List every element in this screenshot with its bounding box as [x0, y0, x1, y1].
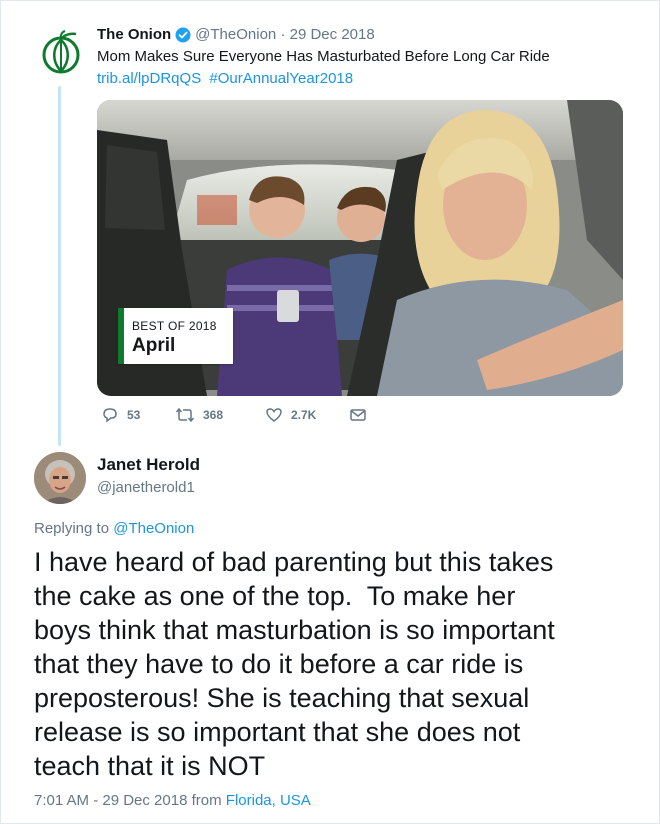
reply-text-line: boys think that masturbation is so impor… [34, 615, 555, 645]
quoted-date[interactable]: 29 Dec 2018 [290, 26, 375, 43]
like-count: 2.7K [291, 408, 317, 422]
verified-badge-icon [175, 27, 191, 43]
retweet-count: 368 [203, 408, 224, 422]
quoted-tweet-links: trib.al/lpDRqQS #OurAnnualYear2018 [97, 70, 357, 87]
reply-author-name[interactable]: Janet Herold [97, 455, 200, 475]
quoted-handle[interactable]: @TheOnion [195, 26, 276, 43]
retweet-action[interactable]: 368 [175, 406, 223, 424]
reply-text-line: teach that it is NOT [34, 751, 266, 781]
badge-month: April [132, 335, 176, 356]
quoted-tweet-text: Mom Makes Sure Everyone Has Masturbated … [97, 48, 550, 65]
reply-text-line: I have heard of bad parenting but this t… [34, 547, 554, 577]
reply-action[interactable]: 53 [101, 406, 140, 424]
article-link[interactable]: trib.al/lpDRqQS [97, 70, 201, 87]
timestamp-text[interactable]: 7:01 AM - 29 Dec 2018 from [34, 792, 222, 809]
reply-icon [103, 408, 117, 423]
dm-action[interactable] [349, 406, 375, 424]
reply-author-handle[interactable]: @janetherold1 [97, 479, 195, 496]
quoted-tweet-header: The Onion @TheOnion · 29 Dec 2018 [97, 26, 375, 43]
dm-icon [350, 409, 366, 421]
thread-connector-line [58, 86, 61, 446]
quoted-tweet-actions: 53 368 2.7K [97, 406, 397, 428]
replying-to-mention[interactable]: @TheOnion [113, 520, 194, 537]
best-of-badge: BEST OF 2018 April [118, 308, 233, 364]
reply-tweet-text: I have heard of bad parenting but this t… [34, 545, 634, 783]
header-separator: · [276, 26, 290, 43]
reply-text-line: the cake as one of the top. To make her [34, 581, 516, 611]
quoted-author-name[interactable]: The Onion [97, 26, 171, 43]
avatar[interactable] [34, 452, 86, 504]
hashtag-link[interactable]: #OurAnnualYear2018 [209, 70, 353, 87]
reply-text-line: preposterous! She is teaching that sexua… [34, 683, 530, 713]
replying-to-label: Replying to [34, 520, 110, 537]
reply-timestamp: 7:01 AM - 29 Dec 2018 from Florida, USA [34, 792, 311, 809]
location-link[interactable]: Florida, USA [226, 792, 311, 809]
badge-label: BEST OF 2018 [132, 319, 217, 333]
retweet-icon [175, 407, 195, 423]
like-icon [266, 408, 282, 422]
reply-text-line: that they have to do it before a car rid… [34, 649, 524, 679]
badge-accent-bar [118, 308, 124, 364]
reply-count: 53 [127, 408, 141, 422]
replying-to: Replying to @TheOnion [34, 520, 194, 537]
the-onion-logo[interactable] [38, 30, 84, 76]
reply-text-line: release is so important that she does no… [34, 717, 521, 747]
like-action[interactable]: 2.7K [265, 406, 316, 424]
